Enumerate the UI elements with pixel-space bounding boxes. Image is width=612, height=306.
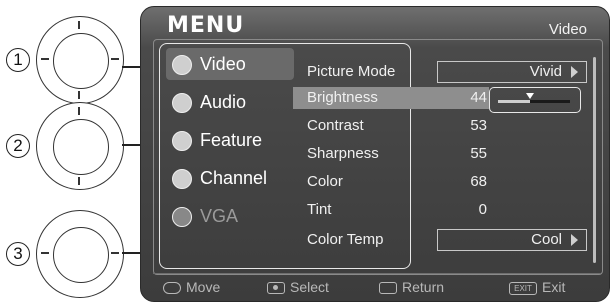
dpad-left-mark [41, 58, 49, 60]
callout-number: 3 [6, 242, 30, 266]
footer-divider [153, 273, 601, 274]
exit-key-icon: EXIT [509, 281, 537, 295]
color-value: 68 [470, 173, 487, 190]
contrast-value: 53 [470, 117, 487, 134]
dpad-center [53, 119, 109, 175]
callout-1: 1 [0, 10, 160, 110]
callout-2: 2 [0, 96, 160, 196]
sidebar-item-label: Feature [200, 130, 263, 150]
setting-label-sharpness[interactable]: Sharpness [307, 145, 379, 162]
tv-osd-screen: MENU Video Video Audio Feature Channel V… [140, 6, 610, 302]
slider-thumb[interactable] [526, 93, 534, 99]
setting-label-color[interactable]: Color [307, 173, 343, 190]
hint-exit: EXIT Exit [509, 279, 565, 295]
sidebar-item-audio[interactable]: Audio [166, 86, 294, 118]
sidebar-item-vga: VGA [166, 200, 294, 232]
satellite-dish-icon [172, 169, 192, 189]
dpad-left-mark [41, 252, 49, 254]
return-icon [379, 282, 397, 295]
ok-button-icon [267, 282, 285, 295]
footer-hint-bar: Move Select Return EXIT Exit [141, 277, 609, 299]
dpad-right-mark [111, 58, 119, 60]
hint-select: Select [267, 279, 329, 295]
slider-fill [530, 100, 570, 103]
dpad-right-mark [111, 252, 119, 254]
remote-dpad [36, 210, 124, 298]
setting-label-color-temp[interactable]: Color Temp [307, 231, 383, 248]
sidebar-item-video[interactable]: Video [166, 48, 294, 80]
current-section-label: Video [548, 21, 587, 38]
monitor-icon [172, 207, 192, 227]
wrench-icon [172, 131, 192, 151]
speaker-icon [172, 93, 192, 113]
dpad-up-mark [78, 21, 80, 29]
color-temp-select[interactable]: Cool [437, 229, 587, 251]
setting-label-contrast[interactable]: Contrast [307, 117, 364, 134]
sidebar-item-label: VGA [200, 206, 239, 226]
dpad-down-mark [78, 177, 80, 185]
color-temp-value: Cool [531, 231, 562, 248]
picture-mode-select[interactable]: Vivid [437, 61, 587, 83]
sharpness-value: 55 [470, 145, 487, 162]
sidebar-item-channel[interactable]: Channel [166, 162, 294, 194]
remote-dpad [36, 16, 124, 104]
menu-title: MENU [167, 13, 245, 38]
hint-select-label: Select [290, 279, 329, 295]
sidebar-item-label: Audio [200, 92, 247, 112]
callout-3: 3 [0, 204, 160, 304]
hint-exit-label: Exit [542, 279, 566, 295]
picture-mode-value: Vivid [529, 63, 562, 80]
setting-label-tint[interactable]: Tint [307, 201, 331, 218]
callout-number: 1 [6, 48, 30, 72]
setting-label-picture-mode[interactable]: Picture Mode [307, 63, 395, 80]
hint-move: Move [163, 279, 220, 295]
tint-value: 0 [478, 201, 487, 218]
brightness-slider[interactable] [489, 87, 581, 113]
dpad-center [53, 33, 109, 89]
sidebar-item-label: Video [200, 54, 246, 74]
remote-dpad [36, 102, 124, 190]
tv-icon [172, 55, 192, 75]
callout-number: 2 [6, 134, 30, 158]
sidebar-item-label: Channel [200, 168, 268, 188]
setting-label-brightness[interactable]: Brightness [307, 89, 378, 106]
brightness-value: 44 [470, 89, 487, 106]
hint-return-label: Return [402, 279, 445, 295]
dpad-center [53, 227, 109, 283]
triangle-right-icon [571, 66, 578, 78]
hint-return: Return [379, 279, 444, 295]
dpad-up-mark [78, 107, 80, 115]
dpad-icon [163, 282, 181, 295]
sidebar-item-feature[interactable]: Feature [166, 124, 294, 156]
hint-move-label: Move [186, 279, 221, 295]
slider-track [498, 93, 570, 103]
triangle-right-icon [571, 234, 578, 246]
settings-scrollbar[interactable] [593, 57, 596, 263]
